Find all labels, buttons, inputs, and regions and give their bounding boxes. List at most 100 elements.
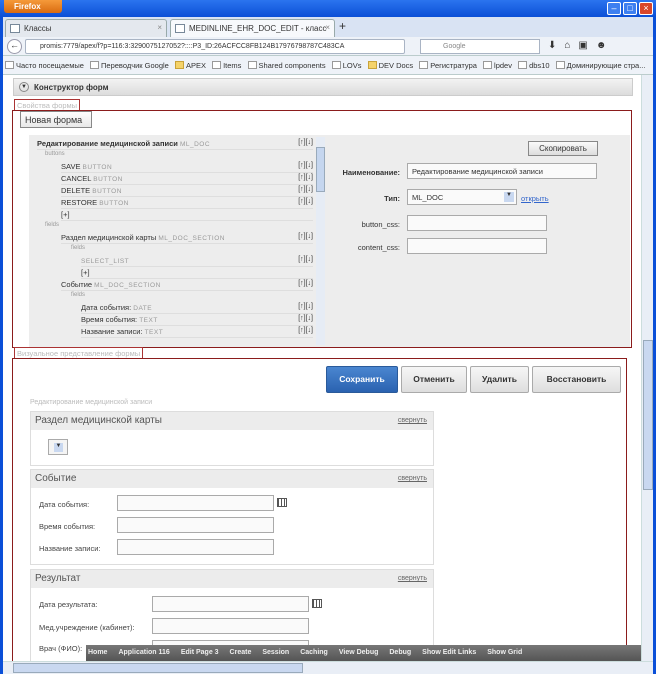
tree-item[interactable]: SELECT_LIST [↑][↓] bbox=[81, 256, 313, 267]
tree-section[interactable]: Раздел медицинской карты ML_DOC_SECTION[… bbox=[61, 233, 313, 244]
bookmark[interactable]: LOVs bbox=[331, 61, 362, 70]
chevron-down-icon: ▼ bbox=[504, 192, 514, 202]
section-title: Раздел медицинской карты bbox=[35, 415, 162, 426]
calendar-icon[interactable] bbox=[277, 498, 287, 507]
page-icon bbox=[175, 24, 185, 33]
tree-section[interactable]: Событие ML_DOC_SECTION [↑][↓] bbox=[61, 280, 313, 291]
field-label: Время события: bbox=[39, 522, 96, 531]
firefox-menu-button[interactable]: Firefox bbox=[4, 0, 62, 13]
visual-preview-box: Сохранить Отменить Удалить Восстановить … bbox=[12, 358, 627, 661]
name-label: Наименование: bbox=[342, 168, 400, 177]
field-label: Врач (ФИО): bbox=[39, 644, 83, 653]
tree-item[interactable]: CANCEL BUTTON [↑][↓] bbox=[61, 174, 313, 185]
fields-group-label: fields bbox=[71, 245, 86, 251]
minimize-button[interactable]: – bbox=[607, 2, 621, 15]
dev-link-application[interactable]: Application 116 bbox=[118, 649, 169, 656]
collapse-link[interactable]: свернуть bbox=[398, 417, 427, 424]
move-arrows[interactable]: [↑][↓] bbox=[298, 139, 313, 146]
url-bar[interactable]: promis:7779/apex/f?p=116:3:3290075127052… bbox=[25, 39, 405, 54]
bookmark[interactable]: Shared components bbox=[247, 61, 326, 70]
save-button[interactable]: Сохранить bbox=[326, 366, 398, 393]
field-label: Дата события: bbox=[39, 500, 90, 509]
constructor-region-header[interactable]: ▼ Конструктор форм bbox=[13, 78, 633, 96]
fields-group-label: fields bbox=[45, 222, 60, 228]
collapse-link[interactable]: свернуть bbox=[398, 575, 427, 582]
dev-link-create[interactable]: Create bbox=[230, 649, 252, 656]
dev-link-home[interactable]: Home bbox=[88, 649, 107, 656]
chevron-down-icon[interactable]: ▼ bbox=[19, 82, 29, 92]
type-select[interactable]: ML_DOC ▼ bbox=[407, 189, 517, 205]
bookmark[interactable]: dbs10 bbox=[518, 61, 550, 70]
record-name-field[interactable] bbox=[117, 539, 274, 555]
bookmark[interactable]: lpdev bbox=[483, 61, 512, 70]
bookmark-folder[interactable]: DEV Docs bbox=[367, 61, 413, 70]
name-field[interactable]: Редактирование медицинской записи bbox=[407, 163, 597, 179]
copy-button[interactable]: Скопировать bbox=[528, 141, 598, 156]
result-date-field[interactable] bbox=[152, 596, 309, 612]
dev-link-show-grid[interactable]: Show Grid bbox=[487, 649, 522, 656]
restore-button[interactable]: Восстановить bbox=[532, 366, 621, 393]
bookmark[interactable]: Часто посещаемые bbox=[5, 61, 84, 70]
field-label: Название записи: bbox=[39, 544, 101, 553]
chevron-down-icon: ▼ bbox=[54, 443, 63, 452]
type-label: Тип: bbox=[384, 194, 400, 203]
tree-item[interactable]: Дата события: DATE [↑][↓] bbox=[81, 303, 313, 314]
search-input[interactable]: Google bbox=[420, 39, 540, 54]
tree-root[interactable]: Редактирование медицинской записи ML_DOC… bbox=[37, 139, 313, 150]
scroll-thumb[interactable] bbox=[643, 340, 653, 490]
new-tab-button[interactable]: + bbox=[339, 19, 346, 33]
new-form-button[interactable]: Новая форма bbox=[20, 111, 92, 128]
tab-label: Классы bbox=[24, 24, 52, 33]
bookmark[interactable]: Items bbox=[212, 61, 241, 70]
bookmark[interactable]: Регистратура bbox=[419, 61, 477, 70]
dev-link-session[interactable]: Session bbox=[262, 649, 289, 656]
back-button[interactable]: ← bbox=[7, 39, 22, 54]
dev-link-caching[interactable]: Caching bbox=[300, 649, 328, 656]
dev-link-edit-page[interactable]: Edit Page 3 bbox=[181, 649, 219, 656]
page-content: ▼ Конструктор форм Свойства формы Новая ф… bbox=[3, 75, 641, 661]
dev-link-show-edit-links[interactable]: Show Edit Links bbox=[422, 649, 476, 656]
section-title: Результат bbox=[35, 573, 81, 584]
bookmark[interactable]: Переводчик Google bbox=[90, 61, 169, 70]
medical-card-select[interactable]: ▼ bbox=[48, 439, 68, 455]
vertical-scrollbar[interactable] bbox=[641, 75, 653, 661]
close-window-button[interactable]: × bbox=[639, 2, 653, 15]
dev-link-view-debug[interactable]: View Debug bbox=[339, 649, 379, 656]
open-link[interactable]: открыть bbox=[521, 194, 549, 203]
toolbar-icons[interactable]: ⬇⌂▣☻ bbox=[548, 40, 614, 51]
form-title: Редактирование медицинской записи bbox=[30, 399, 153, 406]
dev-link-debug[interactable]: Debug bbox=[389, 649, 411, 656]
tree-scrollbar[interactable] bbox=[316, 137, 325, 345]
tree-item[interactable]: SAVE BUTTON [↑][↓] bbox=[61, 162, 313, 173]
event-time-field[interactable] bbox=[117, 517, 274, 533]
tree-item[interactable]: DELETE BUTTON [↑][↓] bbox=[61, 186, 313, 197]
institution-field[interactable] bbox=[152, 618, 309, 634]
field-label: Мед.учреждение (кабинет): bbox=[39, 623, 135, 632]
cancel-button[interactable]: Отменить bbox=[401, 366, 467, 393]
page-icon bbox=[10, 24, 20, 33]
event-date-field[interactable] bbox=[117, 495, 274, 511]
close-tab-icon[interactable]: × bbox=[157, 23, 162, 32]
tab-label: MEDINLINE_EHR_DOC_EDIT - класс bbox=[189, 24, 327, 33]
tree-item[interactable]: Время события: TEXT [↑][↓] bbox=[81, 315, 313, 326]
horizontal-scrollbar[interactable] bbox=[3, 661, 653, 674]
add-field-item[interactable]: [+] bbox=[81, 268, 313, 279]
tab-edit[interactable]: MEDINLINE_EHR_DOC_EDIT - класс × bbox=[170, 19, 335, 37]
close-tab-icon[interactable]: × bbox=[325, 23, 330, 32]
maximize-button[interactable]: □ bbox=[623, 2, 637, 15]
tree-item[interactable]: RESTORE BUTTON [↑][↓] bbox=[61, 198, 313, 209]
bookmark[interactable]: Доминирующие стра... bbox=[555, 61, 645, 70]
fields-group-label: fields bbox=[71, 292, 86, 298]
tab-classes[interactable]: Классы × bbox=[5, 19, 167, 37]
add-button-item[interactable]: [+] bbox=[61, 210, 313, 221]
bookmarks-bar: Часто посещаемые Переводчик Google APEX … bbox=[3, 56, 653, 75]
calendar-icon[interactable] bbox=[312, 599, 322, 608]
developer-toolbar: Home Application 116 Edit Page 3 Create Sess… bbox=[86, 645, 641, 661]
button-css-field[interactable] bbox=[407, 215, 547, 231]
tree-item[interactable]: Название записи: TEXT [↑][↓] bbox=[81, 327, 313, 338]
bookmark-folder[interactable]: APEX bbox=[174, 61, 206, 70]
content-css-field[interactable] bbox=[407, 238, 547, 254]
collapse-link[interactable]: свернуть bbox=[398, 475, 427, 482]
delete-button[interactable]: Удалить bbox=[470, 366, 529, 393]
scroll-thumb[interactable] bbox=[13, 663, 303, 673]
